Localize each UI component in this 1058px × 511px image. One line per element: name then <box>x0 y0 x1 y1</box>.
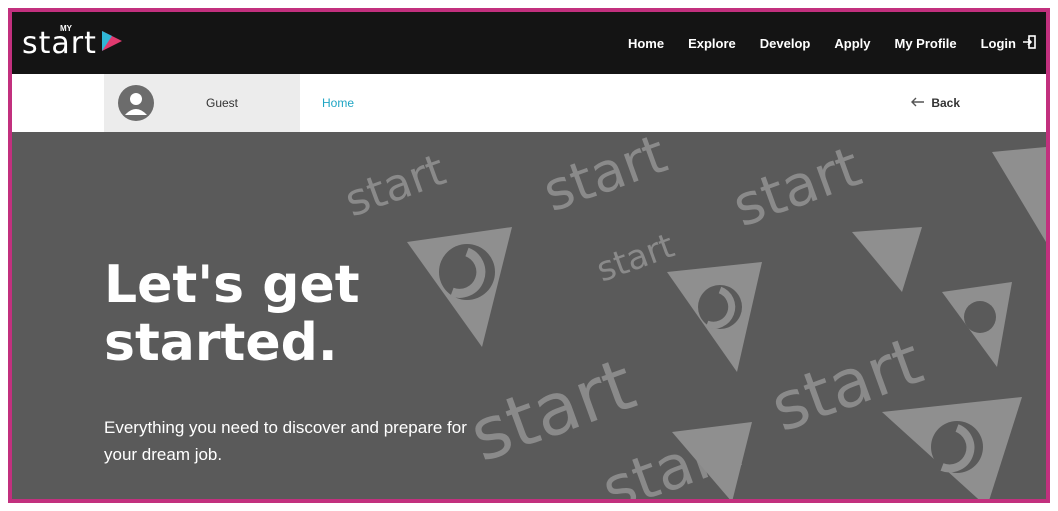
play-triangle-icon <box>99 28 125 59</box>
browser-frame: MY start Home Explore Develop Apply My P… <box>8 8 1050 503</box>
user-subbar: Guest Home Back <box>12 74 1046 132</box>
breadcrumb-home[interactable]: Home <box>322 74 354 132</box>
logo-small-text: MY <box>60 24 72 33</box>
guest-profile-box[interactable]: Guest <box>104 74 300 132</box>
top-navigation-bar: MY start Home Explore Develop Apply My P… <box>12 12 1046 74</box>
avatar-icon <box>118 85 154 121</box>
back-label: Back <box>931 96 960 110</box>
hero-title: Let's get started. <box>104 255 360 373</box>
watermark-word-2: start <box>725 134 870 240</box>
nav-explore[interactable]: Explore <box>688 36 736 51</box>
nav-home[interactable]: Home <box>628 36 664 51</box>
back-button[interactable]: Back <box>911 74 960 132</box>
watermark-word-1: start <box>535 132 675 224</box>
nav-apply[interactable]: Apply <box>834 36 870 51</box>
main-nav: Home Explore Develop Apply My Profile Lo… <box>628 12 1036 74</box>
login-button[interactable]: Login <box>980 34 1036 52</box>
hero-banner: start start start start start start star… <box>12 132 1046 499</box>
start-logo[interactable]: MY start <box>22 24 125 61</box>
login-label: Login <box>980 35 1016 51</box>
login-icon <box>1022 34 1036 52</box>
watermark-word-0: start <box>338 144 452 227</box>
hero-subtitle: Everything you need to discover and prep… <box>104 418 467 464</box>
back-arrow-icon <box>911 96 925 111</box>
nav-develop[interactable]: Develop <box>760 36 811 51</box>
guest-label: Guest <box>206 96 239 110</box>
watermark-word-3: start <box>591 226 679 291</box>
nav-my-profile[interactable]: My Profile <box>894 36 956 51</box>
